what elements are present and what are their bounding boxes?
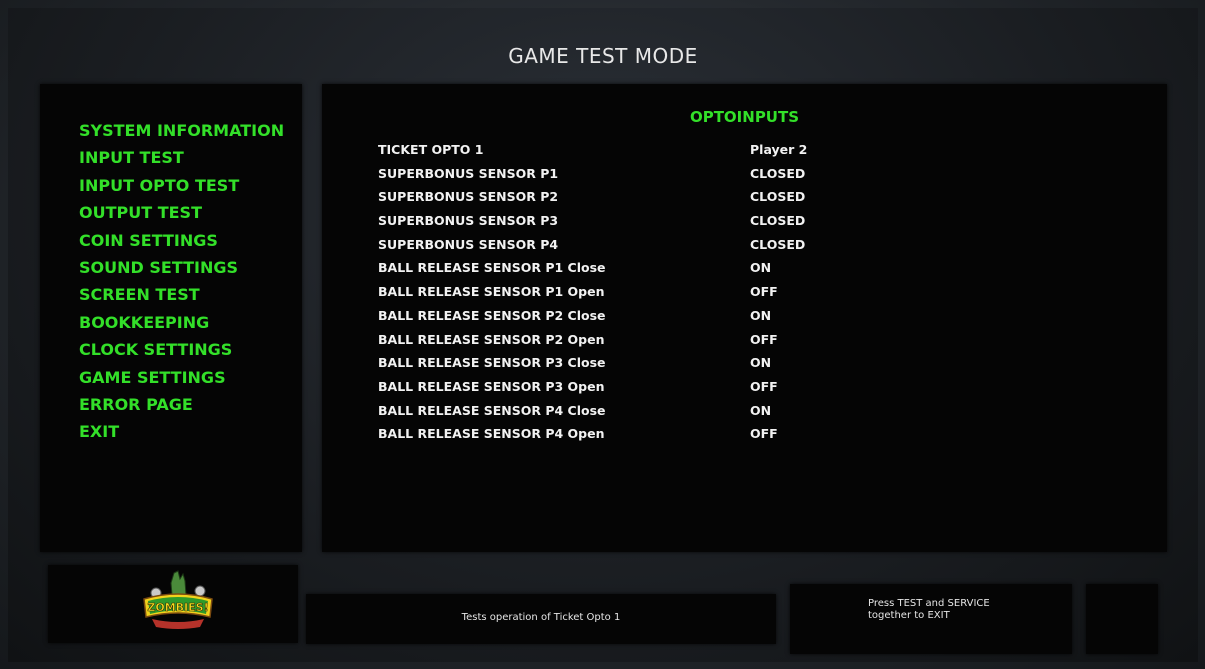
opto-value: CLOSED xyxy=(750,213,806,229)
opto-row: BALL RELEASE SENSOR P1 Open OFF xyxy=(378,280,878,304)
opto-row: BALL RELEASE SENSOR P1 Close ON xyxy=(378,256,878,280)
menu-panel: SYSTEM INFORMATION INPUT TEST INPUT OPTO… xyxy=(40,84,302,552)
opto-row: SUPERBONUS SENSOR P3 CLOSED xyxy=(378,209,878,233)
opto-value: OFF xyxy=(750,378,778,394)
opto-row: SUPERBONUS SENSOR P1 CLOSED xyxy=(378,162,878,186)
logo-text: ZOMBIES! xyxy=(147,601,208,614)
zombies-logo: ZOMBIES! xyxy=(143,570,213,629)
opto-row: BALL RELEASE SENSOR P4 Close ON xyxy=(378,399,878,423)
opto-value: OFF xyxy=(750,426,778,442)
opto-inputs-list: TICKET OPTO 1 Player 2 SUPERBONUS SENSOR … xyxy=(378,138,878,446)
menu-item-game-settings[interactable]: GAME SETTINGS xyxy=(79,364,284,391)
menu-item-input-opto-test[interactable]: INPUT OPTO TEST xyxy=(79,172,284,199)
menu-list: SYSTEM INFORMATION INPUT TEST INPUT OPTO… xyxy=(79,117,284,446)
menu-item-output-test[interactable]: OUTPUT TEST xyxy=(79,199,284,226)
opto-value: CLOSED xyxy=(750,189,806,205)
exit-hint: Press TEST and SERVICE together to EXIT xyxy=(868,598,990,621)
opto-label: SUPERBONUS SENSOR P3 xyxy=(378,213,559,229)
menu-item-input-test[interactable]: INPUT TEST xyxy=(79,144,284,171)
opto-label: SUPERBONUS SENSOR P4 xyxy=(378,236,559,252)
opto-row: SUPERBONUS SENSOR P4 CLOSED xyxy=(378,233,878,257)
logo-panel: ZOMBIES! xyxy=(48,565,298,643)
opto-row: BALL RELEASE SENSOR P2 Open OFF xyxy=(378,328,878,352)
opto-value: OFF xyxy=(750,331,778,347)
opto-value: CLOSED xyxy=(750,236,806,252)
opto-inputs-heading: OPTOINPUTS xyxy=(689,108,800,126)
opto-label: SUPERBONUS SENSOR P2 xyxy=(378,189,559,205)
menu-item-screen-test[interactable]: SCREEN TEST xyxy=(79,281,284,308)
menu-item-bookkeeping[interactable]: BOOKKEEPING xyxy=(79,309,284,336)
opto-row: BALL RELEASE SENSOR P2 Close ON xyxy=(378,304,878,328)
aux-panel xyxy=(1086,584,1158,654)
page-title: GAME TEST MODE xyxy=(508,44,698,68)
opto-label: BALL RELEASE SENSOR P3 Open xyxy=(378,378,605,394)
opto-value: ON xyxy=(750,355,772,371)
opto-label: BALL RELEASE SENSOR P4 Open xyxy=(378,426,605,442)
opto-row: SUPERBONUS SENSOR P2 CLOSED xyxy=(378,185,878,209)
opto-value: Player 2 xyxy=(750,142,808,157)
opto-label: BALL RELEASE SENSOR P1 Open xyxy=(378,284,605,300)
menu-item-exit[interactable]: EXIT xyxy=(79,418,284,445)
menu-item-sound-settings[interactable]: SOUND SETTINGS xyxy=(79,254,284,281)
test-mode-screen: GAME TEST MODE SYSTEM INFORMATION INPUT … xyxy=(8,8,1198,662)
opto-value: ON xyxy=(750,307,772,323)
opto-row: BALL RELEASE SENSOR P3 Open OFF xyxy=(378,375,878,399)
opto-label: BALL RELEASE SENSOR P2 Open xyxy=(378,331,605,347)
description-panel: Tests operation of Ticket Opto 1 xyxy=(306,594,776,644)
opto-row: BALL RELEASE SENSOR P3 Close ON xyxy=(378,351,878,375)
opto-label: TICKET OPTO 1 xyxy=(378,142,484,157)
opto-label: BALL RELEASE SENSOR P4 Close xyxy=(378,402,606,418)
menu-item-system-information[interactable]: SYSTEM INFORMATION xyxy=(79,117,284,144)
opto-label: SUPERBONUS SENSOR P1 xyxy=(378,165,559,181)
opto-label: BALL RELEASE SENSOR P3 Close xyxy=(378,355,606,371)
menu-item-coin-settings[interactable]: COIN SETTINGS xyxy=(79,227,284,254)
opto-label: BALL RELEASE SENSOR P1 Close xyxy=(378,260,606,276)
opto-label: BALL RELEASE SENSOR P2 Close xyxy=(378,307,606,323)
opto-value: ON xyxy=(750,260,772,276)
opto-inputs-panel: OPTOINPUTS TICKET OPTO 1 Player 2 SUPERBO… xyxy=(322,84,1167,552)
opto-value: ON xyxy=(750,402,772,418)
menu-item-error-page[interactable]: ERROR PAGE xyxy=(79,391,284,418)
opto-row: TICKET OPTO 1 Player 2 xyxy=(378,138,878,162)
test-description: Tests operation of Ticket Opto 1 xyxy=(461,612,621,623)
opto-value: OFF xyxy=(750,284,778,300)
menu-item-clock-settings[interactable]: CLOCK SETTINGS xyxy=(79,336,284,363)
opto-value: CLOSED xyxy=(750,165,806,181)
exit-hint-panel: Press TEST and SERVICE together to EXIT xyxy=(790,584,1072,654)
opto-row: BALL RELEASE SENSOR P4 Open OFF xyxy=(378,422,878,446)
